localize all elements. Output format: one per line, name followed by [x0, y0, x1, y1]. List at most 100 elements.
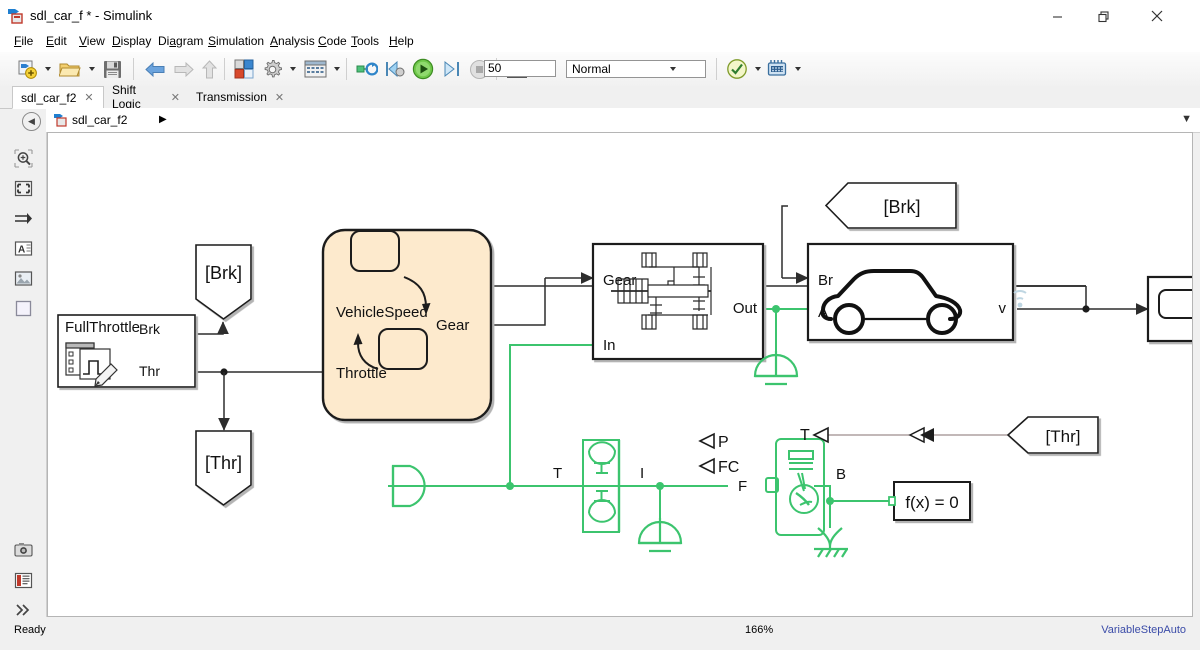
mech-translational-ref[interactable] [814, 528, 848, 557]
restore-button[interactable] [1080, 0, 1126, 32]
report-generator-icon[interactable] [11, 568, 35, 592]
build-model-button[interactable] [764, 55, 790, 83]
scope-block[interactable] [1148, 277, 1192, 341]
library-browser-button[interactable] [231, 55, 257, 83]
vehicle-body-block[interactable]: Br A v [808, 244, 1026, 340]
simulation-mode-select[interactable]: Normal [566, 60, 706, 78]
update-model-button[interactable] [354, 55, 380, 83]
menu-bar: File Edit View Display Diagram Simulatio… [0, 32, 1200, 52]
tab-label: Shift Logic [112, 83, 163, 111]
mech-rotational-ref-2[interactable] [639, 518, 681, 551]
port-label-trans-in: In [603, 337, 616, 354]
from-brk-block[interactable]: [Brk] [826, 183, 956, 228]
forward-button[interactable] [170, 55, 196, 83]
model-configuration-button[interactable] [259, 55, 285, 83]
engine-port-fc: FC [700, 459, 739, 476]
menu-analysis[interactable]: Analysis [270, 34, 315, 50]
save-model-button[interactable] [99, 55, 125, 83]
status-bar: Ready 166% VariableStepAuto [0, 620, 1200, 650]
up-to-parent-button[interactable] [197, 55, 221, 83]
minimize-button[interactable] [1034, 0, 1080, 32]
state-upper [351, 231, 399, 271]
port-label-gear-in: Gear [603, 272, 636, 289]
image-annotation-icon[interactable] [11, 266, 35, 290]
menu-simulation[interactable]: Simulation [208, 34, 264, 50]
model-explorer-button[interactable] [301, 55, 329, 83]
port-label-thr: Thr [139, 363, 160, 379]
port-label-fc: FC [718, 459, 739, 476]
port-label-throttle: Throttle [336, 365, 387, 382]
step-forward-button[interactable] [438, 55, 464, 83]
step-back-button[interactable] [382, 55, 408, 83]
port-label-trans-out: Out [733, 300, 758, 317]
port-label-v: v [999, 300, 1007, 317]
close-icon[interactable]: ✕ [275, 91, 284, 104]
screenshot-camera-icon[interactable] [11, 538, 35, 562]
window-title: sdl_car_f * - Simulink [30, 8, 152, 23]
speed-sensor-icon [1014, 291, 1026, 307]
port-label-br: Br [818, 272, 833, 289]
run-button[interactable] [410, 55, 436, 83]
tab-transmission[interactable]: Transmission ✕ [188, 86, 284, 108]
chevron-down-icon[interactable]: ▼ [1181, 113, 1192, 125]
simulink-model-icon [8, 8, 25, 24]
area-box-icon[interactable] [11, 296, 35, 320]
open-model-button[interactable] [57, 55, 83, 83]
goto-brk-block[interactable]: [Brk] [196, 245, 251, 319]
tab-label: sdl_car_f2 [21, 91, 76, 105]
menu-display[interactable]: Display [112, 34, 151, 50]
fit-to-view-icon[interactable] [11, 176, 35, 200]
model-explorer-dropdown[interactable] [331, 55, 342, 83]
tab-shift-logic[interactable]: Shift Logic ✕ [104, 86, 188, 108]
menu-edit[interactable]: Edit [46, 34, 67, 50]
simulink-model-icon [54, 113, 68, 127]
zoom-in-icon[interactable] [11, 146, 35, 170]
solver-config-block[interactable]: f(x) = 0 [889, 482, 970, 520]
from-brk-label: [Brk] [883, 197, 920, 217]
zoom-level[interactable]: 166% [745, 624, 773, 636]
from-thr-label: [Thr] [1046, 427, 1081, 446]
new-model-dropdown[interactable] [42, 55, 53, 83]
annotation-text-icon[interactable]: A [11, 236, 35, 260]
menu-view[interactable]: View [79, 34, 105, 50]
solver-name[interactable]: VariableStepAuto [1101, 624, 1186, 636]
expand-more-icon[interactable] [11, 598, 35, 622]
build-model-dropdown[interactable] [792, 55, 803, 83]
port-label-t-engine: T [800, 427, 810, 444]
menu-help[interactable]: Help [389, 34, 414, 50]
close-icon[interactable]: ✕ [171, 91, 180, 104]
full-throttle-block[interactable]: FullThrottle Brk Thr [58, 315, 195, 387]
port-label-brk: Brk [139, 321, 161, 337]
breadcrumb-path[interactable]: sdl_car_f2 [72, 113, 127, 127]
shift-logic-chart[interactable]: VehicleSpeed Throttle Gear [323, 230, 491, 420]
port-label-vehicle-speed: VehicleSpeed [336, 304, 428, 321]
goto-thr-block[interactable]: [Thr] [196, 431, 251, 505]
menu-diagram[interactable]: Diagram [158, 34, 203, 50]
transmission-block[interactable]: Gear In Out [593, 244, 763, 359]
model-advisor-dropdown[interactable] [752, 55, 763, 83]
menu-tools[interactable]: Tools [351, 34, 379, 50]
state-lower [379, 329, 427, 369]
menu-code[interactable]: Code [318, 34, 347, 50]
port-label-gear-out: Gear [436, 317, 469, 334]
port-label-i-converter: I [640, 465, 644, 482]
open-model-dropdown[interactable] [86, 55, 97, 83]
from-thr-block[interactable]: [Thr] [1008, 417, 1098, 453]
model-advisor-button[interactable] [724, 55, 750, 83]
close-icon[interactable]: ✕ [84, 91, 93, 104]
signal-arrow-icon[interactable] [11, 206, 35, 230]
toolbar: Normal [0, 52, 1200, 87]
close-button[interactable] [1134, 0, 1180, 32]
goto-brk-label: [Brk] [205, 263, 242, 283]
stop-time-input[interactable] [484, 60, 556, 77]
menu-file[interactable]: File [14, 34, 33, 50]
status-text: Ready [14, 624, 46, 636]
new-model-button[interactable] [14, 55, 40, 83]
model-canvas[interactable]: FullThrottle Brk Thr [47, 132, 1193, 617]
tab-label: Transmission [196, 90, 267, 104]
svg-text:A: A [18, 244, 25, 255]
back-arrow-icon[interactable]: ◀ [22, 112, 41, 131]
back-button[interactable] [142, 55, 168, 83]
tab-sdl-car-f2[interactable]: sdl_car_f2 ✕ [12, 86, 104, 109]
model-configuration-dropdown[interactable] [287, 55, 298, 83]
